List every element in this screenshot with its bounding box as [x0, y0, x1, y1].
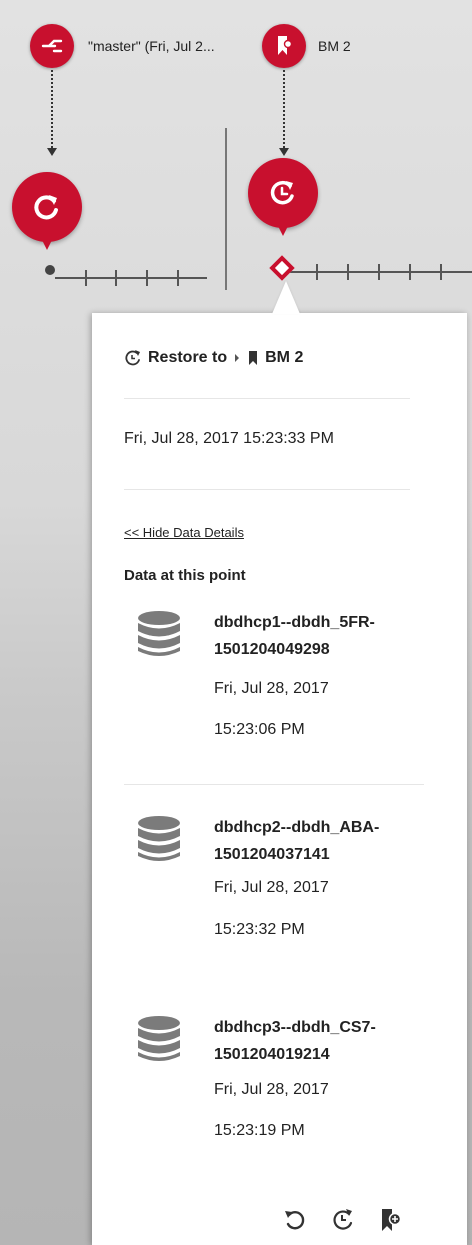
dataset-name-line2: 1501204049298 [214, 641, 330, 658]
branch-icon [41, 39, 63, 53]
bookmark-icon [278, 36, 293, 55]
refresh-icon [34, 195, 58, 220]
chevron-right-icon [235, 354, 240, 362]
restore-pin-right[interactable] [248, 158, 318, 242]
timeline-tick [115, 270, 117, 286]
timeline-divider [225, 128, 227, 290]
dataset-name-line1: dbdhcp1--dbdh_5FR- [214, 614, 375, 631]
dataset-name-line1: dbdhcp3--dbdh_CS7- [214, 1019, 376, 1036]
hide-data-details-link[interactable]: << Hide Data Details [124, 525, 244, 540]
divider [124, 489, 410, 490]
timeline-dot [45, 265, 55, 275]
bookmark-connector-arrow [279, 148, 289, 156]
timeline-left-line [55, 277, 207, 279]
timeline-tick [146, 270, 148, 286]
bookmark-marker-label: BM 2 [318, 38, 351, 54]
timeline-tick [177, 270, 179, 286]
database-icon [138, 1016, 180, 1061]
popover-caret [272, 281, 300, 314]
dataset-date: Fri, Jul 28, 2017 [214, 680, 329, 697]
dataset-date: Fri, Jul 28, 2017 [214, 879, 329, 896]
data-at-point-heading: Data at this point [124, 567, 246, 584]
timeline-tick [85, 270, 87, 286]
dataset-name-line2: 1501204037141 [214, 846, 330, 863]
restore-target: BM 2 [265, 349, 304, 366]
bookmark-marker[interactable] [262, 24, 306, 68]
selected-point-marker[interactable] [269, 255, 295, 281]
restore-clock-icon [270, 180, 294, 205]
branch-connector [51, 70, 53, 148]
dataset-time: 15:23:32 PM [214, 921, 305, 938]
timeline-tick [347, 264, 349, 280]
branch-marker-label: "master" (Fri, Jul 2... [88, 38, 215, 54]
restore-to-label: Restore to [148, 349, 228, 366]
dataset-date: Fri, Jul 28, 2017 [214, 1081, 329, 1098]
restore-clock-icon[interactable] [330, 1207, 356, 1233]
divider [124, 784, 424, 785]
data-details-popover [92, 313, 467, 1245]
dataset-name-line2: 1501204019214 [214, 1046, 330, 1063]
bookmark-add-icon[interactable] [378, 1207, 404, 1233]
snapshot-timestamp: Fri, Jul 28, 2017 15:23:33 PM [124, 430, 334, 447]
database-icon [138, 816, 180, 861]
dataset-time: 15:23:19 PM [214, 1122, 305, 1139]
restore-pin-left[interactable] [12, 172, 82, 256]
restore-clock-icon [125, 350, 140, 366]
branch-marker[interactable] [30, 24, 74, 68]
timeline-tick [440, 264, 442, 280]
bookmark-connector [283, 70, 285, 148]
timeline-tick [409, 264, 411, 280]
divider [124, 398, 410, 399]
timeline-tick [378, 264, 380, 280]
bookmark-icon [249, 351, 258, 365]
dataset-time: 15:23:06 PM [214, 721, 305, 738]
undo-icon[interactable] [282, 1207, 308, 1233]
database-icon [138, 611, 180, 656]
restore-to-row[interactable]: Restore to BM 2 [124, 349, 303, 367]
dataset-name-line1: dbdhcp2--dbdh_ABA- [214, 819, 380, 836]
timeline-tick [316, 264, 318, 280]
branch-connector-arrow [47, 148, 57, 156]
